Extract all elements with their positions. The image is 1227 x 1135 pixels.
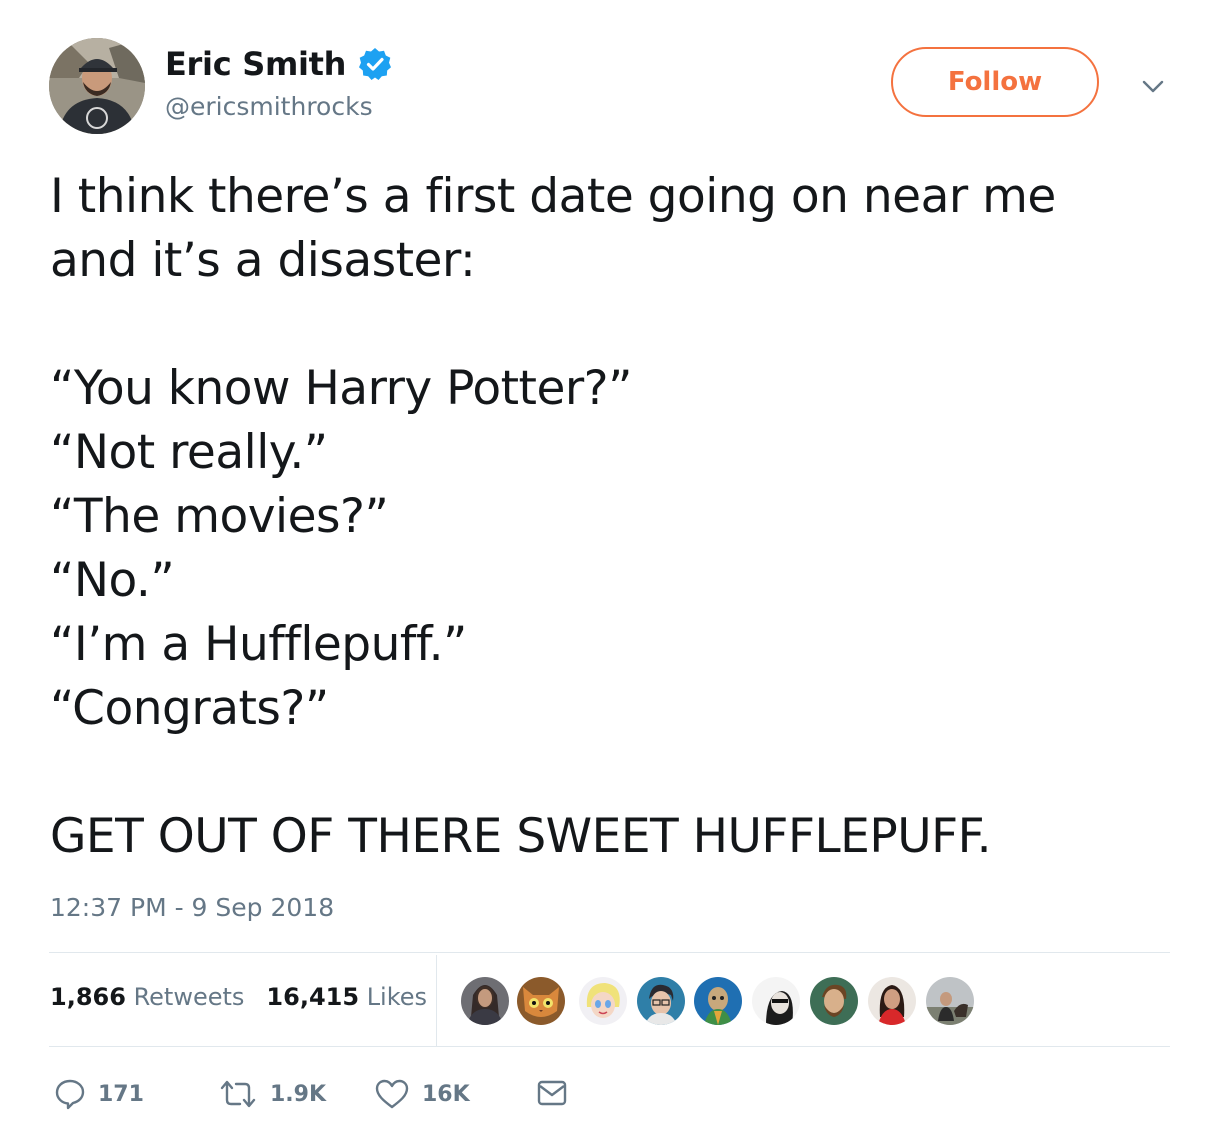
liker-avatar[interactable] xyxy=(515,975,567,1027)
liker-avatar[interactable] xyxy=(866,975,918,1027)
retweets-label: Retweets xyxy=(133,983,245,1011)
retweet-icon xyxy=(220,1080,256,1108)
author-avatar[interactable] xyxy=(49,38,145,134)
tweet: Eric Smith @ericsmithrocks Follow I thin… xyxy=(0,0,1227,1135)
direct-message-action[interactable] xyxy=(536,1078,568,1108)
retweet-count: 1.9K xyxy=(270,1081,327,1107)
author-name-row: Eric Smith xyxy=(165,42,392,86)
liker-avatar[interactable] xyxy=(924,975,976,1027)
tweet-text-line: “You know Harry Potter?” xyxy=(50,361,632,416)
retweets-count: 1,866 xyxy=(50,983,126,1011)
liker-avatar[interactable] xyxy=(635,975,687,1027)
heart-icon xyxy=(375,1079,409,1109)
tweet-text-line: “Congrats?” xyxy=(50,681,329,736)
reply-count: 171 xyxy=(98,1081,144,1107)
envelope-icon xyxy=(537,1080,567,1106)
retweet-action[interactable]: 1.9K xyxy=(218,1078,326,1110)
likes-count: 16,415 xyxy=(266,983,360,1011)
reply-icon xyxy=(55,1079,85,1110)
author-name[interactable]: Eric Smith xyxy=(165,45,346,83)
liker-avatar[interactable] xyxy=(577,975,629,1027)
tweet-text-line: “I’m a Hufflepuff.” xyxy=(50,617,467,672)
author-handle[interactable]: @ericsmithrocks xyxy=(165,92,373,121)
tweet-timestamp[interactable]: 12:37 PM - 9 Sep 2018 xyxy=(50,893,334,922)
stats-separator xyxy=(436,955,437,1047)
tweet-text-line: “The movies?” xyxy=(50,489,389,544)
likes-label: Likes xyxy=(366,983,428,1011)
like-count: 16K xyxy=(422,1081,470,1107)
divider xyxy=(49,952,1170,953)
tweet-text-line: GET OUT OF THERE SWEET HUFFLEPUFF. xyxy=(50,809,992,864)
retweets-stat[interactable]: 1,866 Retweets xyxy=(50,983,244,1011)
tweet-text-line: “No.” xyxy=(50,553,175,608)
tweet-stats: 1,866 Retweets 16,415 Likes xyxy=(50,983,449,1011)
follow-button[interactable]: Follow xyxy=(891,47,1099,117)
tweet-text-line: I think there’s a first date going on ne… xyxy=(50,169,1056,224)
chevron-down-icon[interactable] xyxy=(1140,74,1166,100)
divider xyxy=(49,1046,1170,1047)
tweet-text-line: and it’s a disaster: xyxy=(50,233,476,288)
tweet-text: I think there’s a first date going on ne… xyxy=(50,165,1170,869)
liker-avatar[interactable] xyxy=(692,975,744,1027)
liker-avatar[interactable] xyxy=(750,975,802,1027)
like-action[interactable]: 16K xyxy=(374,1078,470,1110)
liker-avatar[interactable] xyxy=(808,975,860,1027)
liker-avatar[interactable] xyxy=(459,975,511,1027)
reply-action[interactable]: 171 xyxy=(54,1078,144,1110)
likes-stat[interactable]: 16,415 Likes xyxy=(266,983,427,1011)
verified-badge-icon xyxy=(358,47,392,81)
tweet-text-line: “Not really.” xyxy=(50,425,328,480)
